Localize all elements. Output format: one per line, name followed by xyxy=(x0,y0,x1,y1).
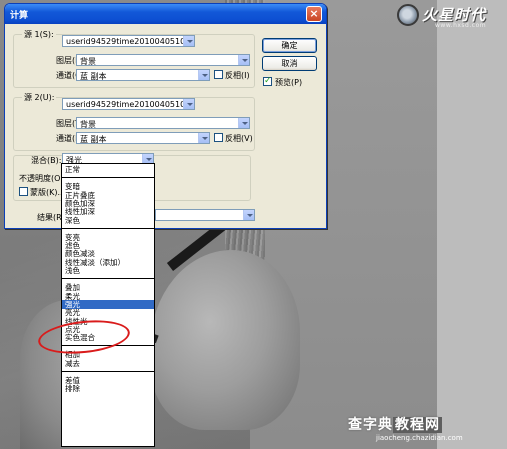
logo-icon xyxy=(397,4,419,26)
watermark-title-b: 教程网 xyxy=(393,417,442,433)
cancel-button[interactable]: 取消 xyxy=(262,56,317,71)
preview-checkbox[interactable] xyxy=(263,76,272,86)
source2-layer-select[interactable]: 背景 xyxy=(76,117,250,129)
source1-invert-checkbox[interactable] xyxy=(214,70,223,79)
mask-checkbox[interactable] xyxy=(19,187,28,196)
preview-label: 预览(P) xyxy=(275,78,303,87)
source1-file-value: userid94529time2010040510... xyxy=(66,37,193,46)
source1-channel-select[interactable]: 蓝 副本 xyxy=(76,69,210,81)
result-label: 结果(R xyxy=(37,213,62,222)
dialog-titlebar[interactable]: 计算 × xyxy=(5,4,326,24)
list-separator xyxy=(62,227,154,229)
chevron-down-icon xyxy=(198,133,209,143)
list-separator xyxy=(62,177,154,179)
chevron-down-icon xyxy=(183,36,194,46)
chevron-down-icon xyxy=(183,99,194,109)
shoulder-area xyxy=(150,250,300,430)
blend-mode-option[interactable]: 排除 xyxy=(62,384,154,393)
source1-layer-value: 背景 xyxy=(80,57,96,66)
source2-layer-value: 背景 xyxy=(80,120,96,129)
chevron-down-icon xyxy=(198,70,209,80)
chevron-down-icon xyxy=(238,118,249,128)
opacity-label: 不透明度(O xyxy=(19,174,61,183)
list-separator xyxy=(62,371,154,372)
list-separator xyxy=(62,278,154,280)
blend-mode-option[interactable]: 正常 xyxy=(62,165,154,174)
canvas-margin xyxy=(437,0,507,449)
logo-url: www.hxsd.com xyxy=(435,22,487,29)
close-button[interactable]: × xyxy=(306,6,322,22)
result-select[interactable] xyxy=(155,209,255,221)
source2-file-select[interactable]: userid94529time2010040510... xyxy=(62,98,195,110)
blend-label: 混合(B): xyxy=(31,156,62,165)
blend-mode-list[interactable]: 正常 变暗 正片叠底 颜色加深 线性加深 深色 变亮 滤色 颜色减淡 线性减淡（添加） 浅色 叠加 柔光… xyxy=(61,163,155,447)
source2-invert-label: 反相(V) xyxy=(225,134,253,143)
blend-mode-option[interactable]: 减去 xyxy=(62,359,154,368)
chevron-down-icon xyxy=(243,210,254,220)
site-logo: 火星时代 www.hxsd.com xyxy=(397,2,505,32)
source2-group: 源 2(U): userid94529time2010040510... 图层(… xyxy=(13,92,255,151)
source1-channel-value: 蓝 副本 xyxy=(80,72,107,81)
watermark: 查字典 教程网 jiaocheng.chazidian.com xyxy=(348,414,498,448)
blend-mode-option[interactable]: 深色 xyxy=(62,216,154,225)
source2-channel-value: 蓝 副本 xyxy=(80,135,107,144)
source1-label: 源 1(S): xyxy=(22,29,56,40)
source2-label: 源 2(U): xyxy=(22,92,57,103)
watermark-url: jiaocheng.chazidian.com xyxy=(376,434,463,442)
source1-invert-label: 反相(I) xyxy=(225,71,250,80)
source1-file-select[interactable]: userid94529time2010040510... xyxy=(62,35,195,47)
watermark-title-a: 查字典 xyxy=(348,417,393,433)
chevron-down-icon xyxy=(238,55,249,65)
ok-button[interactable]: 确定 xyxy=(262,38,317,53)
calculations-dialog: 计算 × 源 1(S): userid94529time2010040510..… xyxy=(4,3,327,229)
watermark-title: 查字典 教程网 xyxy=(348,414,442,434)
mask-label: 蒙版(K)... xyxy=(30,188,66,197)
dialog-title: 计算 xyxy=(10,11,29,21)
source2-channel-select[interactable]: 蓝 副本 xyxy=(76,132,210,144)
blend-mode-option[interactable]: 浅色 xyxy=(62,266,154,275)
source2-invert-checkbox[interactable] xyxy=(214,133,223,142)
source1-layer-select[interactable]: 背景 xyxy=(76,54,250,66)
source1-group: 源 1(S): userid94529time2010040510... 图层(… xyxy=(13,29,255,88)
source2-file-value: userid94529time2010040510... xyxy=(66,100,193,109)
